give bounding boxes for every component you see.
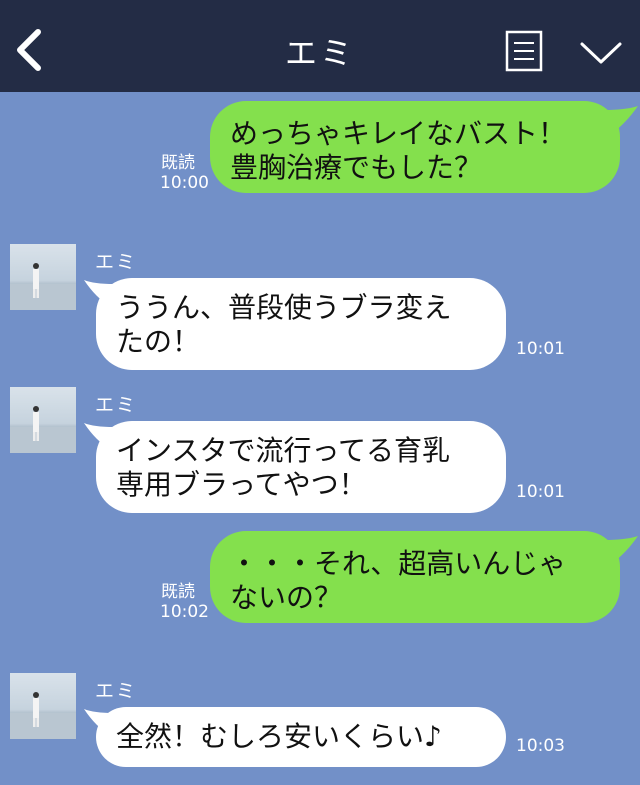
menu-icon[interactable] [505, 30, 543, 72]
message-bubble[interactable]: インスタで流行ってる育乳 専用ブラってやつ！ [96, 421, 506, 513]
avatar[interactable] [10, 244, 76, 310]
message-time: 10:03 [516, 736, 565, 756]
person-figure-icon [10, 263, 76, 310]
sender-name: エミ [95, 251, 138, 273]
chevron-down-icon[interactable] [578, 38, 624, 68]
message-time: 10:02 [160, 602, 209, 622]
avatar[interactable] [10, 673, 76, 739]
read-receipt: 既読 [161, 153, 195, 173]
person-figure-icon [10, 406, 76, 453]
person-figure-icon [10, 692, 76, 739]
message-bubble[interactable]: ううん、普段使うブラ変え たの！ [96, 278, 506, 370]
read-receipt: 既読 [161, 582, 195, 602]
message-bubble[interactable]: めっちゃキレイなバスト！ 豊胸治療でもした？ [210, 101, 620, 193]
chat-header: エミ [0, 0, 640, 92]
message-bubble[interactable]: 全然！むしろ安いくらい♪ [96, 707, 506, 767]
avatar[interactable] [10, 387, 76, 453]
sender-name: エミ [95, 394, 138, 416]
message-bubble[interactable]: ・・・それ、超高いんじゃ ないの？ [210, 531, 620, 623]
sender-name: エミ [95, 680, 138, 702]
message-time: 10:00 [160, 173, 209, 193]
message-time: 10:01 [516, 339, 565, 359]
message-time: 10:01 [516, 482, 565, 502]
chat-title: エミ [284, 34, 355, 72]
